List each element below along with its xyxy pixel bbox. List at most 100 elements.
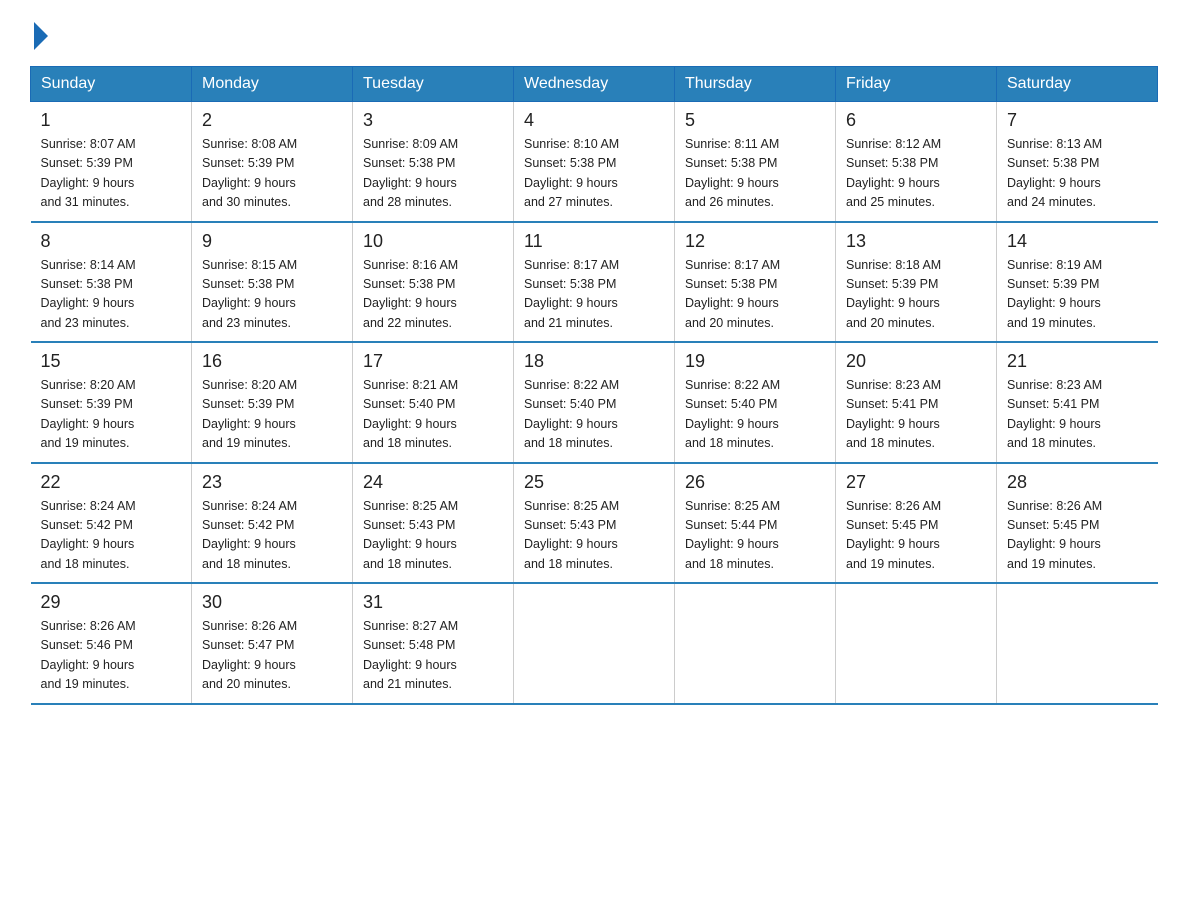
header-friday: Friday	[836, 67, 997, 102]
calendar-cell: 23 Sunrise: 8:24 AM Sunset: 5:42 PM Dayli…	[192, 463, 353, 584]
calendar-cell: 29 Sunrise: 8:26 AM Sunset: 5:46 PM Dayli…	[31, 583, 192, 704]
calendar-cell: 13Sunrise: 8:18 AM Sunset: 5:39 PM Dayli…	[836, 222, 997, 343]
day-number: 18	[524, 351, 664, 372]
day-number: 5	[685, 110, 825, 131]
day-info: Sunrise: 8:16 AM Sunset: 5:38 PM Dayligh…	[363, 256, 503, 334]
week-row-2: 8 Sunrise: 8:14 AM Sunset: 5:38 PM Daylig…	[31, 222, 1158, 343]
day-number: 26	[685, 472, 825, 493]
day-number: 9	[202, 231, 342, 252]
week-row-5: 29 Sunrise: 8:26 AM Sunset: 5:46 PM Dayli…	[31, 583, 1158, 704]
day-info: Sunrise: 8:19 AM Sunset: 5:39 PM Dayligh…	[1007, 256, 1148, 334]
calendar-cell: 19 Sunrise: 8:22 AM Sunset: 5:40 PM Dayli…	[675, 342, 836, 463]
calendar-cell: 22 Sunrise: 8:24 AM Sunset: 5:42 PM Dayli…	[31, 463, 192, 584]
day-number: 10	[363, 231, 503, 252]
calendar-cell	[836, 583, 997, 704]
day-number: 13	[846, 231, 986, 252]
calendar-cell: 7 Sunrise: 8:13 AM Sunset: 5:38 PM Daylig…	[997, 102, 1158, 222]
calendar-cell: 18 Sunrise: 8:22 AM Sunset: 5:40 PM Dayli…	[514, 342, 675, 463]
page-header	[30, 20, 1158, 46]
calendar-cell: 26 Sunrise: 8:25 AM Sunset: 5:44 PM Dayli…	[675, 463, 836, 584]
day-info: Sunrise: 8:27 AM Sunset: 5:48 PM Dayligh…	[363, 617, 503, 695]
header-thursday: Thursday	[675, 67, 836, 102]
day-number: 29	[41, 592, 182, 613]
day-info: Sunrise: 8:23 AM Sunset: 5:41 PM Dayligh…	[846, 376, 986, 454]
logo-arrow-icon	[34, 22, 48, 50]
logo	[30, 20, 48, 46]
day-number: 22	[41, 472, 182, 493]
calendar-cell: 3 Sunrise: 8:09 AM Sunset: 5:38 PM Daylig…	[353, 102, 514, 222]
day-number: 24	[363, 472, 503, 493]
day-number: 19	[685, 351, 825, 372]
calendar-cell: 12 Sunrise: 8:17 AM Sunset: 5:38 PM Dayli…	[675, 222, 836, 343]
day-info: Sunrise: 8:07 AM Sunset: 5:39 PM Dayligh…	[41, 135, 182, 213]
day-number: 27	[846, 472, 986, 493]
day-info: Sunrise: 8:09 AM Sunset: 5:38 PM Dayligh…	[363, 135, 503, 213]
day-info: Sunrise: 8:24 AM Sunset: 5:42 PM Dayligh…	[41, 497, 182, 575]
calendar-cell: 31 Sunrise: 8:27 AM Sunset: 5:48 PM Dayli…	[353, 583, 514, 704]
calendar-cell: 20 Sunrise: 8:23 AM Sunset: 5:41 PM Dayli…	[836, 342, 997, 463]
day-info: Sunrise: 8:17 AM Sunset: 5:38 PM Dayligh…	[524, 256, 664, 334]
calendar-cell: 9Sunrise: 8:15 AM Sunset: 5:38 PM Daylig…	[192, 222, 353, 343]
day-number: 11	[524, 231, 664, 252]
calendar-cell: 24 Sunrise: 8:25 AM Sunset: 5:43 PM Dayli…	[353, 463, 514, 584]
calendar-table: SundayMondayTuesdayWednesdayThursdayFrid…	[30, 66, 1158, 705]
day-info: Sunrise: 8:25 AM Sunset: 5:44 PM Dayligh…	[685, 497, 825, 575]
day-number: 15	[41, 351, 182, 372]
calendar-cell: 11 Sunrise: 8:17 AM Sunset: 5:38 PM Dayli…	[514, 222, 675, 343]
calendar-cell	[997, 583, 1158, 704]
day-info: Sunrise: 8:24 AM Sunset: 5:42 PM Dayligh…	[202, 497, 342, 575]
day-info: Sunrise: 8:14 AM Sunset: 5:38 PM Dayligh…	[41, 256, 182, 334]
day-number: 3	[363, 110, 503, 131]
day-number: 6	[846, 110, 986, 131]
day-info: Sunrise: 8:25 AM Sunset: 5:43 PM Dayligh…	[524, 497, 664, 575]
day-number: 25	[524, 472, 664, 493]
day-info: Sunrise: 8:17 AM Sunset: 5:38 PM Dayligh…	[685, 256, 825, 334]
day-number: 20	[846, 351, 986, 372]
day-info: Sunrise: 8:13 AM Sunset: 5:38 PM Dayligh…	[1007, 135, 1148, 213]
day-info: Sunrise: 8:22 AM Sunset: 5:40 PM Dayligh…	[685, 376, 825, 454]
day-number: 1	[41, 110, 182, 131]
day-info: Sunrise: 8:26 AM Sunset: 5:45 PM Dayligh…	[846, 497, 986, 575]
weekday-header-row: SundayMondayTuesdayWednesdayThursdayFrid…	[31, 67, 1158, 102]
calendar-cell: 15 Sunrise: 8:20 AM Sunset: 5:39 PM Dayli…	[31, 342, 192, 463]
calendar-cell: 30Sunrise: 8:26 AM Sunset: 5:47 PM Dayli…	[192, 583, 353, 704]
calendar-cell: 2 Sunrise: 8:08 AM Sunset: 5:39 PM Daylig…	[192, 102, 353, 222]
day-number: 31	[363, 592, 503, 613]
header-sunday: Sunday	[31, 67, 192, 102]
calendar-cell: 4 Sunrise: 8:10 AM Sunset: 5:38 PM Daylig…	[514, 102, 675, 222]
day-number: 14	[1007, 231, 1148, 252]
day-info: Sunrise: 8:08 AM Sunset: 5:39 PM Dayligh…	[202, 135, 342, 213]
day-info: Sunrise: 8:25 AM Sunset: 5:43 PM Dayligh…	[363, 497, 503, 575]
day-info: Sunrise: 8:20 AM Sunset: 5:39 PM Dayligh…	[41, 376, 182, 454]
day-number: 7	[1007, 110, 1148, 131]
day-number: 23	[202, 472, 342, 493]
calendar-cell: 5Sunrise: 8:11 AM Sunset: 5:38 PM Daylig…	[675, 102, 836, 222]
calendar-cell: 6 Sunrise: 8:12 AM Sunset: 5:38 PM Daylig…	[836, 102, 997, 222]
header-monday: Monday	[192, 67, 353, 102]
header-saturday: Saturday	[997, 67, 1158, 102]
header-tuesday: Tuesday	[353, 67, 514, 102]
day-info: Sunrise: 8:10 AM Sunset: 5:38 PM Dayligh…	[524, 135, 664, 213]
calendar-cell: 14 Sunrise: 8:19 AM Sunset: 5:39 PM Dayli…	[997, 222, 1158, 343]
week-row-1: 1 Sunrise: 8:07 AM Sunset: 5:39 PM Daylig…	[31, 102, 1158, 222]
day-number: 30	[202, 592, 342, 613]
day-number: 4	[524, 110, 664, 131]
calendar-cell: 21Sunrise: 8:23 AM Sunset: 5:41 PM Dayli…	[997, 342, 1158, 463]
calendar-cell: 17Sunrise: 8:21 AM Sunset: 5:40 PM Dayli…	[353, 342, 514, 463]
day-info: Sunrise: 8:12 AM Sunset: 5:38 PM Dayligh…	[846, 135, 986, 213]
day-info: Sunrise: 8:22 AM Sunset: 5:40 PM Dayligh…	[524, 376, 664, 454]
day-number: 2	[202, 110, 342, 131]
day-info: Sunrise: 8:26 AM Sunset: 5:46 PM Dayligh…	[41, 617, 182, 695]
calendar-cell	[514, 583, 675, 704]
day-number: 12	[685, 231, 825, 252]
calendar-cell: 28 Sunrise: 8:26 AM Sunset: 5:45 PM Dayli…	[997, 463, 1158, 584]
day-info: Sunrise: 8:26 AM Sunset: 5:45 PM Dayligh…	[1007, 497, 1148, 575]
calendar-cell: 27 Sunrise: 8:26 AM Sunset: 5:45 PM Dayli…	[836, 463, 997, 584]
header-wednesday: Wednesday	[514, 67, 675, 102]
calendar-cell: 16Sunrise: 8:20 AM Sunset: 5:39 PM Dayli…	[192, 342, 353, 463]
day-number: 8	[41, 231, 182, 252]
day-info: Sunrise: 8:20 AM Sunset: 5:39 PM Dayligh…	[202, 376, 342, 454]
day-info: Sunrise: 8:23 AM Sunset: 5:41 PM Dayligh…	[1007, 376, 1148, 454]
calendar-cell: 10 Sunrise: 8:16 AM Sunset: 5:38 PM Dayli…	[353, 222, 514, 343]
day-number: 28	[1007, 472, 1148, 493]
